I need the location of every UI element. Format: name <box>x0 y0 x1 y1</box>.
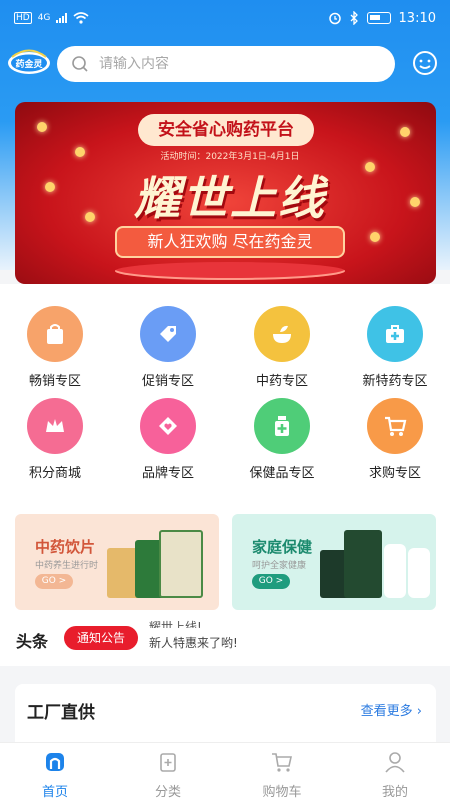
news-heading: 头条 <box>16 632 49 651</box>
tab-profile[interactable]: 我的 <box>350 749 440 800</box>
section-title: 工厂直供 <box>27 703 95 723</box>
category-label: 畅销专区 <box>28 374 81 389</box>
crown-icon <box>27 398 83 454</box>
shopping-bag-icon <box>27 306 83 362</box>
category-brand[interactable]: 品牌专区 <box>123 398 213 481</box>
promo-banner[interactable]: 安全省心购药平台 活动时间：2022年3月1日-4月1日 耀世上线 新人狂欢购 … <box>15 102 436 284</box>
news-line-previous: 耀世上线! <box>149 620 202 628</box>
category-label: 新特药专区 <box>362 374 428 389</box>
decor-light <box>85 212 95 222</box>
status-bar: HD 4G 13:10 <box>0 0 450 36</box>
home-icon <box>46 753 64 771</box>
category-label: 中药专区 <box>255 374 308 389</box>
news-ticker[interactable]: 头条 通知公告 耀世上线! 新人特惠来了哟! <box>0 620 450 664</box>
tab-label: 购物车 <box>262 785 302 800</box>
view-more-label: 查看更多 <box>360 704 413 719</box>
category-bestseller[interactable]: 畅销专区 <box>10 306 100 389</box>
medical-kit-icon <box>367 306 423 362</box>
decor-light <box>370 232 380 242</box>
tab-home[interactable]: 首页 <box>10 749 100 800</box>
promo-go-button[interactable]: GO > <box>252 574 290 589</box>
network-indicator: 4G <box>37 13 51 23</box>
promo-subtitle: 中药养生进行时 <box>35 561 99 571</box>
banner-headline: 耀世上线 <box>134 171 326 225</box>
search-input[interactable] <box>99 56 349 72</box>
news-line: 新人特惠来了哟! <box>149 636 238 650</box>
banner-slogan: 新人狂欢购 尽在药金灵 <box>115 226 345 258</box>
category-icon <box>160 753 176 772</box>
banner-date: 活动时间：2022年3月1日-4月1日 <box>160 152 300 162</box>
tab-label: 我的 <box>381 785 408 800</box>
category-promotion[interactable]: 促销专区 <box>123 306 213 389</box>
shopping-cart-icon <box>367 398 423 454</box>
chevron-right-icon: › <box>416 704 422 719</box>
product-image <box>344 530 382 598</box>
category-health-products[interactable]: 保健品专区 <box>237 398 327 481</box>
bluetooth-icon <box>350 11 358 25</box>
message-icon[interactable] <box>410 48 440 78</box>
alarm-icon <box>328 12 341 25</box>
search-icon <box>72 56 88 72</box>
status-left: HD 4G <box>14 12 89 24</box>
status-right: 13:10 <box>328 11 436 26</box>
promo-title: 家庭保健 <box>252 538 313 556</box>
wifi-icon <box>73 12 89 24</box>
tab-cart[interactable]: 购物车 <box>237 749 327 800</box>
price-tag-icon <box>140 306 196 362</box>
signal-icon <box>56 13 68 23</box>
tab-label: 分类 <box>154 785 181 800</box>
category-label: 促销专区 <box>141 374 194 389</box>
category-points-mall[interactable]: 积分商城 <box>10 398 100 481</box>
factory-direct-section: 工厂直供 查看更多 › <box>15 684 436 744</box>
view-more-link[interactable]: 查看更多 › <box>361 700 422 719</box>
medicine-bottle-icon <box>254 398 310 454</box>
search-row: 药金灵 <box>0 44 450 84</box>
decor-light <box>75 147 85 157</box>
hd-indicator: HD <box>14 12 32 24</box>
banner-platform-title: 安全省心购药平台 <box>138 114 314 146</box>
category-label: 品牌专区 <box>141 466 194 481</box>
product-image <box>384 544 406 598</box>
category-label: 保健品专区 <box>249 466 315 481</box>
tab-label: 首页 <box>41 785 68 800</box>
decor-light <box>37 122 47 132</box>
promo-title: 中药饮片 <box>35 538 96 556</box>
promo-subtitle: 呵护全家健康 <box>252 561 307 571</box>
herbal-bowl-icon <box>254 306 310 362</box>
category-grid: 畅销专区 促销专区 中药专区 新特药专区 积分商城 品牌专区 保健品专区 求购专… <box>0 284 450 500</box>
app-logo[interactable]: 药金灵 <box>6 48 52 76</box>
bottom-tab-bar: 首页 分类 购物车 我的 <box>0 742 450 800</box>
promo-go-button[interactable]: GO > <box>35 574 73 589</box>
battery-icon <box>366 12 391 24</box>
banner-stage <box>115 262 345 280</box>
product-image <box>408 548 430 598</box>
category-chinese-medicine[interactable]: 中药专区 <box>237 306 327 389</box>
notice-tag[interactable]: 通知公告 <box>64 626 138 650</box>
decor-light <box>410 197 420 207</box>
category-label: 积分商城 <box>28 466 81 481</box>
heart-badge-icon <box>140 398 196 454</box>
category-wanted[interactable]: 求购专区 <box>350 398 440 481</box>
cart-icon <box>272 753 292 772</box>
category-label: 求购专区 <box>368 466 421 481</box>
promo-card-family-health[interactable]: 家庭保健 呵护全家健康 GO > <box>232 514 436 610</box>
promo-card-herbal[interactable]: 中药饮片 中药养生进行时 GO > <box>15 514 219 610</box>
product-image <box>159 530 203 598</box>
decor-light <box>45 182 55 192</box>
user-icon <box>385 752 405 773</box>
search-bar[interactable] <box>57 46 395 82</box>
decor-light <box>400 127 410 137</box>
category-new-special[interactable]: 新特药专区 <box>350 306 440 389</box>
tab-category[interactable]: 分类 <box>123 749 213 800</box>
decor-light <box>365 162 375 172</box>
logo-text: 药金灵 <box>15 58 43 70</box>
clock: 13:10 <box>398 10 436 26</box>
